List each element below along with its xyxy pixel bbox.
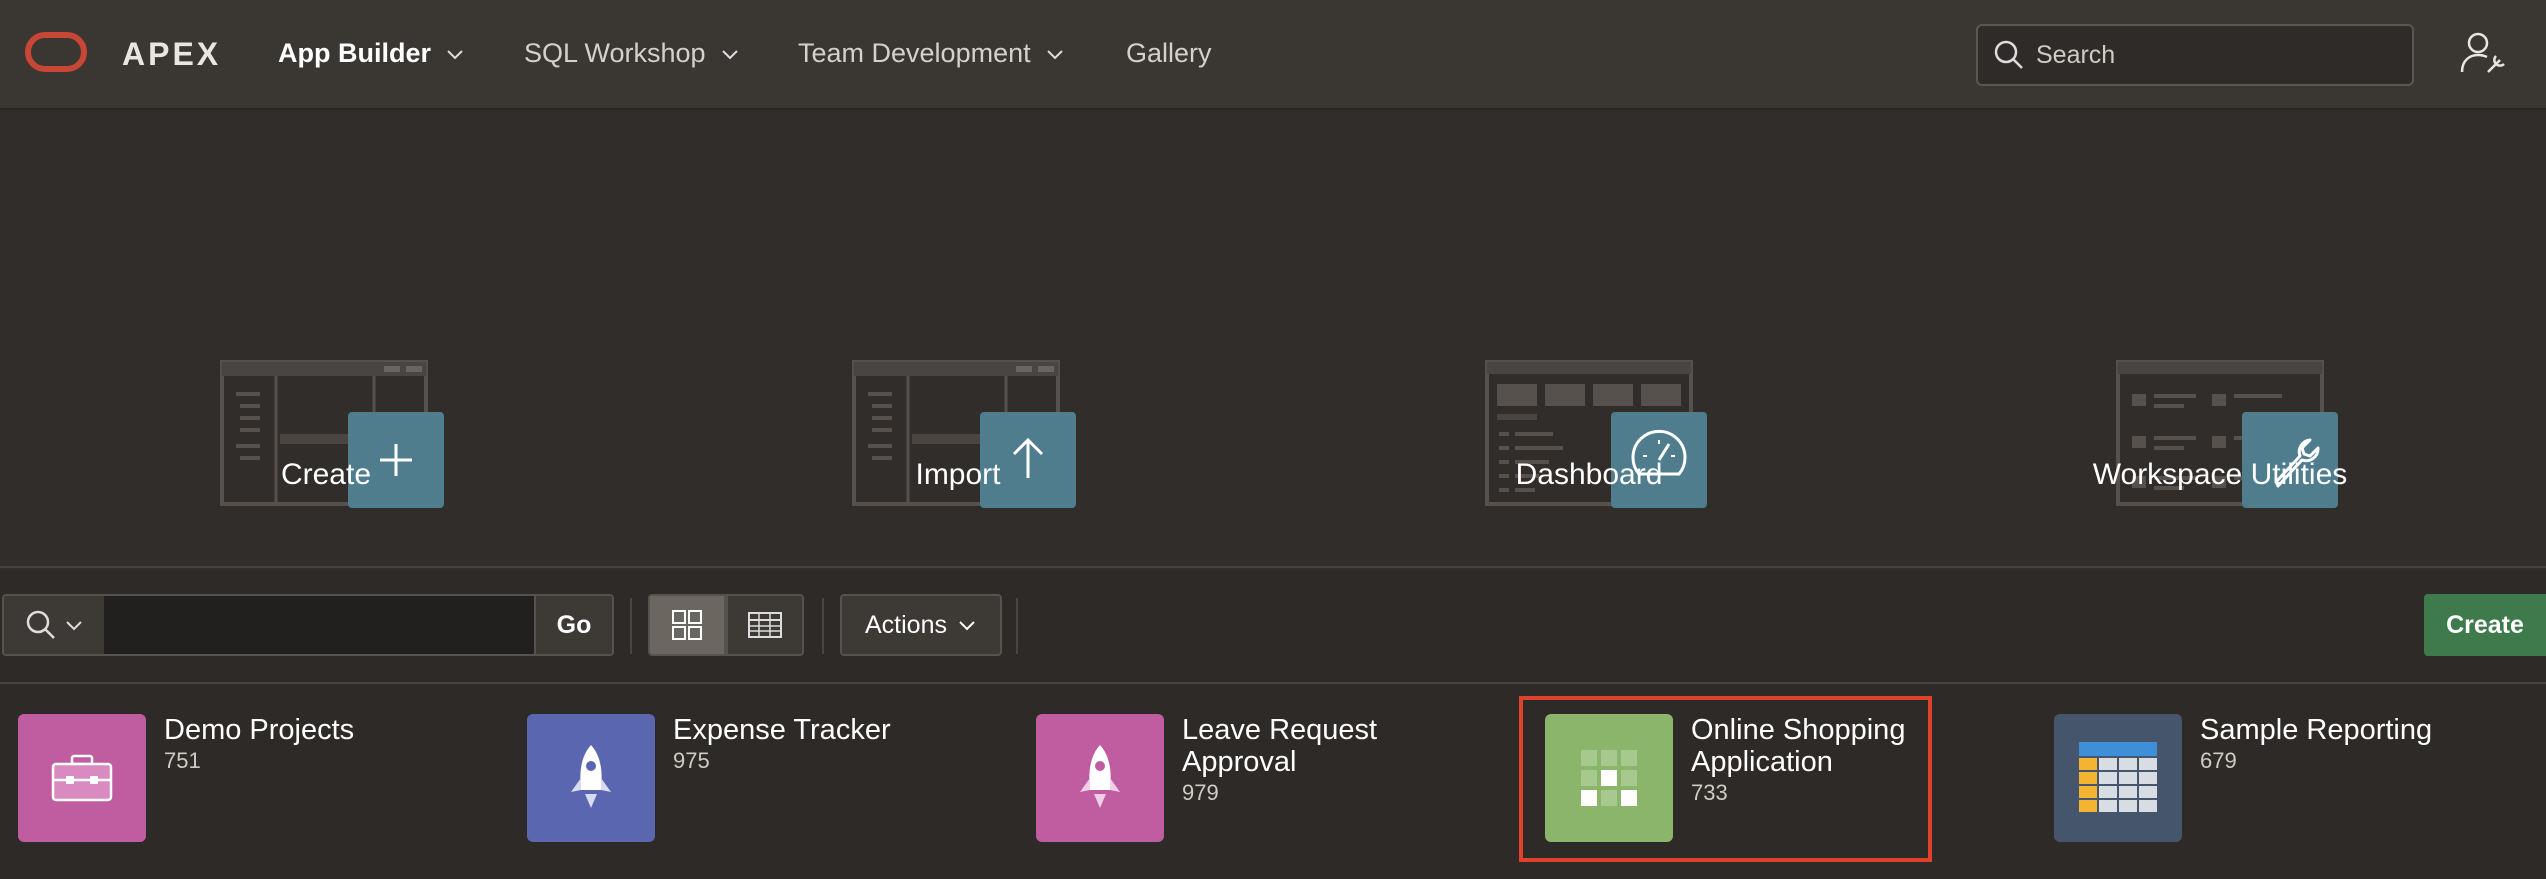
app-id: 975	[673, 748, 710, 773]
app-icon-tile	[18, 714, 146, 842]
app-id: 733	[1691, 780, 1728, 805]
app-icon-tile	[1036, 714, 1164, 842]
go-button[interactable]: Go	[534, 594, 614, 656]
rocket-icon	[571, 745, 611, 808]
create-tile-label: Create	[280, 458, 372, 491]
toolbar-separator	[630, 598, 632, 654]
chevron-down-icon	[66, 621, 82, 631]
dashboard-tile[interactable]: Dashboard	[1389, 110, 1789, 568]
nav-app-builder[interactable]: App Builder	[278, 38, 465, 69]
workspace-utilities-tile[interactable]: Workspace Utilities	[2020, 110, 2420, 568]
app-card-online-shopping-application[interactable]: Online Shopping Application 733	[1545, 714, 1925, 874]
nav-team-development[interactable]: Team Development	[798, 38, 1065, 69]
grid-view-icon	[672, 610, 702, 640]
app-name: Sample Reporting	[2200, 714, 2433, 746]
import-tile-label: Import	[915, 458, 1001, 491]
create-app-tile[interactable]: Create	[126, 110, 526, 568]
apps-toolbar: Go Actions Create	[0, 570, 2546, 682]
apex-logo-text[interactable]: APEX	[122, 36, 221, 73]
search-icon	[26, 610, 55, 639]
app-icon-tile	[527, 714, 655, 842]
search-icon	[1994, 40, 2023, 69]
create-button[interactable]: Create	[2424, 594, 2546, 656]
app-id: 979	[1182, 780, 1219, 805]
app-name: Online Shopping Application	[1691, 714, 1906, 778]
nav-sql-workshop[interactable]: SQL Workshop	[524, 38, 740, 69]
nav-team-development-label: Team Development	[798, 38, 1031, 68]
app-name: Expense Tracker	[673, 714, 891, 746]
global-search[interactable]	[1976, 24, 2414, 86]
hero-tiles: Create Import Dashboard Workspace Utilit…	[0, 110, 2546, 568]
dashboard-tile-label: Dashboard	[1515, 458, 1663, 491]
app-icon-tile	[2054, 714, 2182, 842]
nav-app-builder-label: App Builder	[278, 38, 431, 68]
rocket-icon	[1080, 745, 1120, 808]
workspace-utilities-tile-label: Workspace Utilities	[2092, 458, 2348, 491]
spreadsheet-icon	[2079, 742, 2157, 812]
icon-view-button[interactable]	[648, 594, 726, 656]
app-card-leave-request-approval[interactable]: Leave Request Approval 979	[1036, 714, 1496, 874]
nav-gallery-label: Gallery	[1126, 38, 1212, 68]
app-card-demo-projects[interactable]: Demo Projects 751	[18, 714, 478, 874]
nav-gallery[interactable]: Gallery	[1126, 38, 1212, 69]
import-app-tile[interactable]: Import	[758, 110, 1158, 568]
nav-sql-workshop-label: SQL Workshop	[524, 38, 706, 68]
app-card-expense-tracker[interactable]: Expense Tracker 975	[527, 714, 987, 874]
chevron-down-icon	[959, 621, 975, 631]
global-search-input[interactable]	[2034, 39, 2398, 71]
top-navigation-bar: APEX App Builder SQL Workshop Team Devel…	[0, 0, 2546, 110]
actions-menu-button[interactable]: Actions	[840, 594, 1002, 656]
user-settings-icon[interactable]	[2458, 28, 2508, 78]
app-id: 679	[2200, 748, 2237, 773]
oracle-logo[interactable]	[25, 32, 87, 72]
app-name: Leave Request Approval	[1182, 714, 1378, 778]
briefcase-icon	[51, 754, 113, 802]
app-card-sample-reporting[interactable]: Sample Reporting 679	[2054, 714, 2514, 874]
table-view-icon	[748, 612, 782, 638]
chevron-down-icon	[447, 49, 463, 59]
toolbar-separator	[822, 598, 824, 654]
chevron-down-icon	[1046, 49, 1063, 59]
app-name: Demo Projects	[164, 714, 355, 746]
actions-label: Actions	[865, 610, 947, 639]
search-column-selector[interactable]	[2, 594, 106, 656]
applications-list: Demo Projects 751 Expense Tracker 975 Le…	[0, 684, 2546, 879]
chevron-down-icon	[721, 49, 738, 59]
app-id: 751	[164, 748, 201, 773]
section-divider	[0, 566, 2546, 568]
grid-icon	[1581, 750, 1637, 806]
toolbar-separator	[1016, 598, 1018, 654]
report-view-button[interactable]	[726, 594, 804, 656]
app-icon-tile	[1545, 714, 1673, 842]
apps-search-input[interactable]	[104, 594, 536, 656]
